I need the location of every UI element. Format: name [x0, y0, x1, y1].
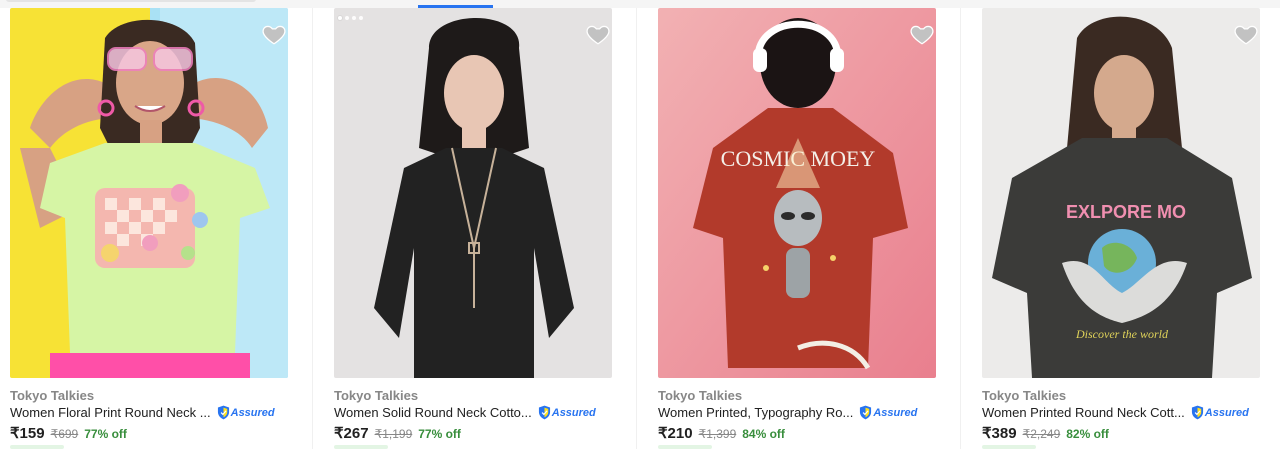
assured-badge-icon — [217, 405, 230, 420]
product-discount: 84% off — [742, 427, 785, 441]
offer-strip — [334, 445, 388, 449]
product-price: ₹389 — [982, 425, 1017, 442]
offer-strip — [658, 445, 712, 449]
column-divider — [312, 8, 313, 449]
product-mrp: ₹1,399 — [698, 427, 737, 441]
product-card[interactable]: Tokyo Talkies Women Solid Round Neck Cot… — [334, 8, 612, 449]
product-mrp: ₹699 — [50, 427, 79, 441]
product-mrp: ₹2,249 — [1022, 427, 1061, 441]
wishlist-button[interactable] — [260, 20, 288, 48]
product-price: ₹267 — [334, 425, 369, 442]
heart-icon — [261, 21, 287, 47]
column-divider — [960, 8, 961, 449]
column-divider — [636, 8, 637, 449]
product-image[interactable]: EXLPORE MO Discover the world — [982, 8, 1260, 378]
product-image[interactable] — [334, 8, 612, 378]
product-brand: Tokyo Talkies — [982, 388, 1067, 403]
product-price: ₹159 — [10, 425, 45, 442]
wishlist-button[interactable] — [584, 20, 612, 48]
assured-badge: Assured — [538, 405, 596, 420]
product-brand: Tokyo Talkies — [10, 388, 95, 403]
product-title[interactable]: Women Printed Round Neck Cott... — [982, 405, 1185, 420]
shirt-print-text: EXLPORE MO — [1066, 202, 1186, 222]
heart-icon — [1233, 21, 1259, 47]
product-price: ₹210 — [658, 425, 693, 442]
assured-label: Assured — [230, 406, 275, 419]
product-brand: Tokyo Talkies — [334, 388, 419, 403]
image-carousel-dots[interactable] — [338, 16, 363, 20]
product-discount: 77% off — [418, 427, 461, 441]
heart-icon — [909, 21, 935, 47]
assured-badge: Assured — [1191, 405, 1249, 420]
shirt-print-subtext: Discover the world — [1075, 327, 1169, 341]
assured-badge-icon — [1191, 405, 1204, 420]
assured-badge-icon — [538, 405, 551, 420]
assured-label: Assured — [551, 406, 596, 419]
product-discount: 82% off — [1066, 427, 1109, 441]
wishlist-button[interactable] — [908, 20, 936, 48]
product-image[interactable]: COSMIC MOEY — [658, 8, 936, 378]
product-title[interactable]: Women Solid Round Neck Cotto... — [334, 405, 532, 420]
product-image[interactable] — [10, 8, 288, 378]
product-title[interactable]: Women Floral Print Round Neck ... — [10, 405, 211, 420]
assured-label: Assured — [1204, 406, 1249, 419]
product-card[interactable]: COSMIC MOEY Tokyo Talkies Women Printed,… — [658, 8, 936, 449]
assured-badge-icon — [859, 405, 872, 420]
product-title[interactable]: Women Printed, Typography Ro... — [658, 405, 853, 420]
assured-badge: Assured — [217, 405, 275, 420]
assured-label: Assured — [873, 406, 918, 419]
offer-strip — [10, 445, 64, 449]
offer-strip — [982, 445, 1036, 449]
heart-icon — [585, 21, 611, 47]
assured-badge: Assured — [859, 405, 917, 420]
product-discount: 77% off — [84, 427, 127, 441]
wishlist-button[interactable] — [1232, 20, 1260, 48]
top-filter-strip — [0, 0, 1280, 8]
filter-text-hint — [6, 0, 256, 2]
product-mrp: ₹1,199 — [374, 427, 413, 441]
product-card[interactable]: Tokyo Talkies Women Floral Print Round N… — [10, 8, 288, 449]
product-card[interactable]: EXLPORE MO Discover the world Tokyo Talk… — [982, 8, 1260, 449]
product-brand: Tokyo Talkies — [658, 388, 743, 403]
